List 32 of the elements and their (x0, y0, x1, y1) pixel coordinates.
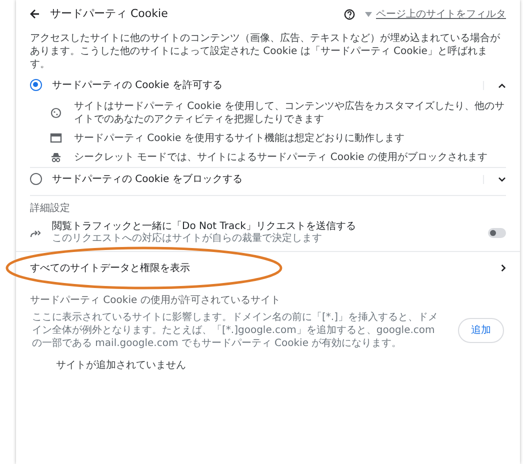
option-label: サードパーティの Cookie を許可する (52, 78, 224, 92)
site-data-link[interactable]: すべてのサイトデータと権限を表示 (16, 250, 520, 284)
add-button[interactable]: 追加 (458, 318, 504, 342)
setting-title: 閲覧トラフィックと一緒に「Do Not Track」リクエストを送信する (52, 220, 357, 232)
detail-text: サイトはサードパーティ Cookie を使用して、コンテンツや広告をカスタマイズしたり、他のサイトでのあなたのアクティビティを把握したりできます (74, 100, 506, 126)
expand-button[interactable] (483, 174, 506, 184)
radio-button[interactable] (30, 79, 42, 91)
forward-arrows-icon (30, 228, 42, 238)
detail-text: シークレット モードでは、サイトによるサードパーティ Cookie の使用がブロックされます (74, 150, 488, 164)
setting-subtitle: このリクエストへの対応はサイトが自らの裁量で決定します (52, 233, 323, 246)
radio-button[interactable] (30, 173, 42, 185)
page-title: サードパーティ Cookie (50, 6, 169, 22)
incognito-icon (50, 151, 62, 163)
section-heading: サードパーティ Cookie の使用が許可されているサイト (29, 294, 282, 308)
option-label: サードパーティの Cookie をブロックする (52, 172, 244, 186)
filter-icon (365, 12, 372, 17)
expand-button[interactable] (483, 80, 506, 90)
back-arrow-icon (30, 9, 40, 20)
chevron-right-icon (501, 264, 506, 272)
help-icon[interactable] (344, 8, 355, 20)
empty-message: サイトが追加されていません (55, 358, 187, 372)
expand-chevron-icon (498, 176, 506, 182)
description-text: ここに表示されているサイトに影響します。ドメイン名の前に「[*.]」を挿入すると、ドメイン全体が例外となります。たとえば、「[*.]google.com」を追加すると、google.com の一部である mail.google.com でもサードパーティ Cookie が有効になります。 (32, 310, 439, 350)
cookie-icon (50, 106, 62, 118)
description-text: アクセスしたサイトに他のサイトのコンテンツ（画像、広告、テキストなど）が埋め込まれている場合があります。こうした他のサイトによって設定された Cookie は「サードパーティ Cookie」と呼ばれます。 (29, 32, 501, 72)
toggle-switch[interactable] (488, 228, 506, 238)
collapse-chevron-icon (498, 82, 506, 88)
detail-text: サードパーティ Cookie を使用するサイト機能は想定どおりに動作します (74, 132, 404, 144)
back-button[interactable] (30, 9, 40, 20)
browser-window-icon (50, 132, 62, 144)
section-heading: 詳細設定 (29, 202, 71, 216)
filter-link[interactable]: ページ上のサイトをフィルタ (376, 6, 506, 22)
